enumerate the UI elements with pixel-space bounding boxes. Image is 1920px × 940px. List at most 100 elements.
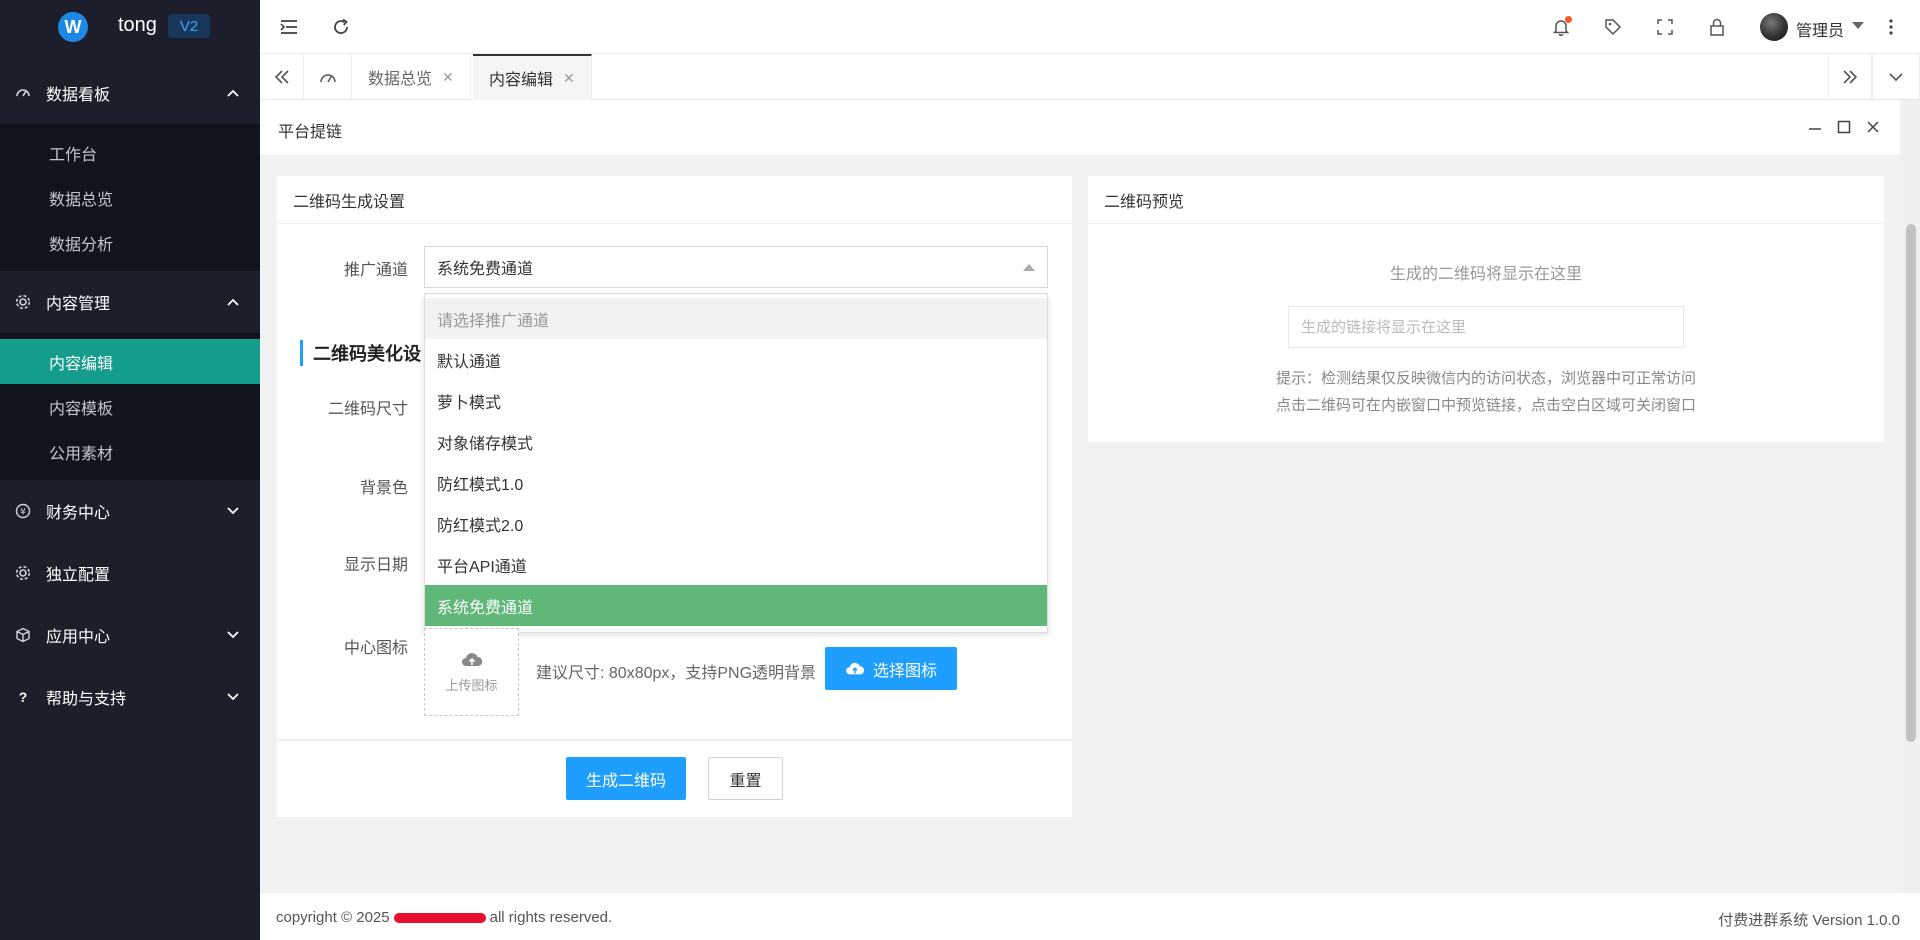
dropdown-option[interactable]: 防红模式1.0 — [425, 462, 1047, 503]
chevron-down-icon — [226, 690, 240, 704]
bell-icon[interactable] — [1548, 14, 1574, 40]
channel-select[interactable]: 系统免费通道 — [424, 246, 1048, 288]
tab-content-edit[interactable]: 内容编辑 ✕ — [473, 54, 592, 100]
channel-select-value: 系统免费通道 — [437, 261, 534, 278]
card-title: 二维码生成设置 — [277, 176, 1072, 224]
cube-icon — [14, 626, 32, 644]
generate-qr-button[interactable]: 生成二维码 — [566, 757, 686, 800]
sidebar-group-label: 帮助与支持 — [46, 691, 127, 708]
maximize-icon[interactable] — [1833, 116, 1855, 138]
upload-icon-box[interactable]: 上传图标 — [424, 628, 519, 716]
sidebar-group-help[interactable]: ? 帮助与支持 — [0, 666, 260, 728]
window-title: 平台提链 — [278, 124, 343, 141]
question-icon: ? — [18, 689, 28, 705]
sidebar-item-content-template[interactable]: 内容模板 — [0, 384, 260, 429]
sidebar-group-dashboard[interactable]: 数据看板 — [0, 62, 260, 124]
center-icon-label: 中心图标 — [343, 640, 408, 657]
tabs-scroll-left-icon[interactable] — [260, 54, 304, 100]
bg-color-label: 背景色 — [359, 480, 408, 497]
card-title: 二维码预览 — [1088, 176, 1884, 224]
caret-down-icon[interactable] — [1852, 22, 1864, 29]
dropdown-option[interactable]: 请选择推广通道 — [425, 298, 1047, 339]
cloud-upload-icon — [846, 662, 865, 674]
chevron-up-icon — [226, 295, 240, 309]
gear-icon — [14, 293, 32, 311]
qr-placeholder-text: 生成的二维码将显示在这里 — [1389, 266, 1582, 283]
sidebar-group-content[interactable]: 内容管理 — [0, 271, 260, 333]
choose-icon-label: 选择图标 — [872, 662, 937, 680]
choose-icon-button[interactable]: 选择图标 — [825, 647, 957, 690]
refresh-icon[interactable] — [328, 14, 354, 40]
sidebar-group-config[interactable]: 独立配置 — [0, 542, 260, 604]
tab-label: 内容编辑 — [489, 72, 554, 89]
tab-home[interactable] — [304, 54, 352, 100]
menu-collapse-icon[interactable] — [276, 14, 302, 40]
window-title-bar: 平台提链 — [260, 100, 1900, 156]
upload-text: 上传图标 — [445, 677, 498, 693]
dropdown-option[interactable]: 对象储存模式 — [425, 421, 1047, 462]
size-label: 二维码尺寸 — [327, 401, 408, 418]
reset-label: 重置 — [729, 772, 762, 790]
vertical-scrollbar[interactable] — [1900, 100, 1920, 892]
fullscreen-icon[interactable] — [1652, 14, 1678, 40]
sidebar-group-label: 财务中心 — [46, 505, 111, 522]
sidebar-group-apps[interactable]: 应用中心 — [0, 604, 260, 666]
top-header: 管理员 — [260, 0, 1920, 54]
generate-qr-label: 生成二维码 — [585, 772, 666, 790]
tabs-scroll-right-icon[interactable] — [1828, 54, 1872, 100]
sidebar-item-workbench[interactable]: 工作台 — [0, 130, 260, 175]
copyright: copyright © 2025 all rights reserved. — [276, 909, 612, 926]
tabs-menu-icon[interactable] — [1872, 54, 1920, 100]
sidebar-group-label: 应用中心 — [46, 629, 111, 646]
minimize-icon[interactable] — [1804, 116, 1826, 138]
tag-icon[interactable] — [1600, 14, 1626, 40]
sidebar-sub-dashboard: 工作台 数据总览 数据分析 — [0, 124, 260, 271]
gear-icon — [14, 564, 32, 582]
sidebar-item-content-edit[interactable]: 内容编辑 — [0, 339, 260, 384]
generated-link-input[interactable] — [1288, 306, 1684, 348]
footer: copyright © 2025 all rights reserved. 付费进… — [260, 892, 1920, 940]
sidebar: W tong V2 数据看板 工作台 数据总览 数据分析 内容管理 内容编辑 内… — [0, 0, 260, 940]
dropdown-option[interactable]: 默认通道 — [425, 339, 1047, 380]
lock-icon[interactable] — [1704, 14, 1730, 40]
tip-line-2: 点击二维码可在内嵌窗口中预览链接，点击空白区域可关闭窗口 — [1275, 397, 1696, 414]
channel-dropdown: 请选择推广通道 默认通道 萝卜模式 对象储存模式 防红模式1.0 防红模式2.0… — [424, 293, 1048, 633]
close-window-icon[interactable] — [1862, 116, 1884, 138]
dropdown-option[interactable]: 防红模式2.0 — [425, 503, 1047, 544]
channel-label: 推广通道 — [343, 262, 408, 279]
sidebar-item-public-material[interactable]: 公用素材 — [0, 429, 260, 474]
user-name[interactable]: 管理员 — [1796, 17, 1844, 41]
app-name: tong — [118, 14, 157, 36]
dropdown-option[interactable]: 萝卜模式 — [425, 380, 1047, 421]
sidebar-group-label: 内容管理 — [46, 296, 111, 313]
yen-icon: ¥ — [14, 502, 32, 520]
copyright-prefix: copyright © 2025 — [276, 909, 390, 926]
chevron-down-icon — [226, 504, 240, 518]
gauge-icon — [14, 84, 32, 102]
dropdown-option[interactable]: 平台API通道 — [425, 544, 1047, 585]
close-icon[interactable]: ✕ — [563, 70, 575, 87]
tab-bar: 数据总览 ✕ 内容编辑 ✕ — [260, 54, 1920, 100]
logo-row: W tong V2 — [0, 0, 260, 54]
notification-dot — [1565, 16, 1572, 23]
more-vertical-icon[interactable] — [1878, 14, 1904, 40]
sidebar-group-finance[interactable]: ¥ 财务中心 — [0, 480, 260, 542]
reset-button[interactable]: 重置 — [708, 757, 783, 800]
copyright-suffix: all rights reserved. — [489, 909, 613, 926]
scrollbar-thumb[interactable] — [1906, 224, 1916, 742]
chevron-up-icon — [226, 86, 240, 100]
dropdown-option-selected[interactable]: 系统免费通道 — [425, 585, 1047, 626]
sidebar-group-label: 数据看板 — [46, 87, 111, 104]
tip-line-1: 提示：检测结果仅反映微信内的访问状态，浏览器中可正常访问 — [1275, 370, 1696, 387]
sidebar-item-analysis[interactable]: 数据分析 — [0, 220, 260, 265]
close-icon[interactable]: ✕ — [442, 69, 454, 86]
avatar[interactable] — [1760, 13, 1788, 41]
sidebar-item-overview[interactable]: 数据总览 — [0, 175, 260, 220]
tab-label: 数据总览 — [368, 71, 433, 88]
sidebar-group-label: 独立配置 — [46, 567, 111, 584]
section-title: 二维码美化设 — [300, 340, 421, 366]
cloud-upload-icon — [461, 652, 482, 666]
svg-text:¥: ¥ — [20, 508, 26, 518]
tab-data-overview[interactable]: 数据总览 ✕ — [352, 54, 471, 100]
date-label: 显示日期 — [343, 557, 408, 574]
